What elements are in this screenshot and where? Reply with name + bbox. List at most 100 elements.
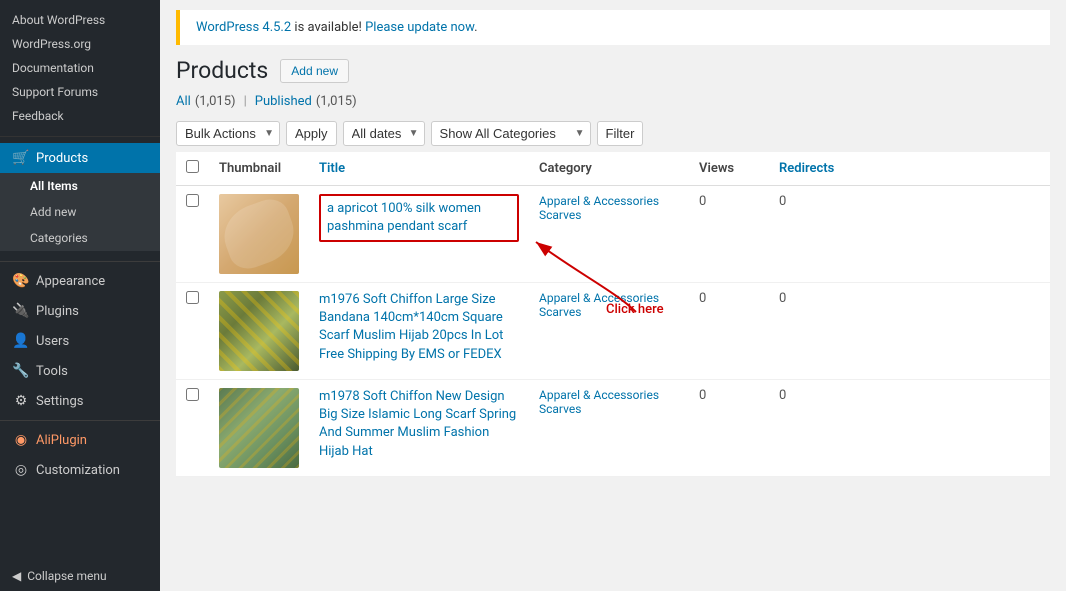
page-title: Products	[176, 57, 268, 84]
th-checkbox	[176, 152, 209, 186]
main-content: WordPress 4.5.2 is available! Please upd…	[160, 0, 1066, 591]
row2-title-cell: m1976 Soft Chiffon Large Size Bandana 14…	[309, 283, 529, 380]
row1-title-cell: a apricot 100% silk women pashmina penda…	[309, 186, 529, 283]
sidebar-item-plugins[interactable]: 🔌 Plugins	[0, 296, 160, 326]
sidebar-item-feedback[interactable]: Feedback	[0, 104, 160, 128]
settings-icon: ⚙	[12, 393, 30, 409]
sidebar-item-products[interactable]: 🛒 Products	[0, 143, 160, 173]
sidebar-item-users[interactable]: 👤 Users	[0, 326, 160, 356]
row3-checkbox-cell	[176, 380, 209, 477]
title-sort-link[interactable]: Title	[319, 161, 345, 176]
aliplugin-icon: ◉	[12, 432, 30, 448]
th-thumbnail: Thumbnail	[209, 152, 309, 186]
filter-bar: All (1,015) | Published (1,015)	[160, 90, 1066, 115]
toolbar: Bulk Actions ▼ Apply All dates ▼ Show Al…	[160, 115, 1066, 152]
row1-category-link2[interactable]: Scarves	[539, 208, 679, 222]
sidebar-sub-add-new[interactable]: Add new	[0, 199, 160, 225]
sidebar-sub-categories[interactable]: Categories	[0, 225, 160, 251]
sidebar-top-links: About WordPress WordPress.org Documentat…	[0, 0, 160, 137]
sidebar-appearance-label: Appearance	[36, 274, 105, 289]
customization-icon: ◎	[12, 462, 30, 478]
row2-category-link2[interactable]: Scarves	[539, 305, 679, 319]
add-new-button[interactable]: Add new	[280, 59, 349, 83]
page-header: Products Add new	[160, 45, 1066, 90]
row2-thumbnail	[219, 291, 299, 371]
row3-title-link[interactable]: m1978 Soft Chiffon New Design Big Size I…	[319, 389, 516, 459]
row3-thumbnail	[219, 388, 299, 468]
row3-category-cell: Apparel & Accessories Scarves	[529, 380, 689, 477]
filter-button[interactable]: Filter	[597, 121, 644, 146]
row1-redirects-cell: 0	[769, 186, 1050, 283]
row3-category-link1[interactable]: Apparel & Accessories	[539, 388, 679, 402]
filter-published-count: (1,015)	[316, 94, 357, 109]
row1-thumbnail-cell	[209, 186, 309, 283]
row2-redirects-cell: 0	[769, 283, 1050, 380]
sidebar-settings-label: Settings	[36, 394, 83, 409]
sidebar-item-support-forums[interactable]: Support Forums	[0, 80, 160, 104]
table-body: a apricot 100% silk women pashmina penda…	[176, 186, 1050, 477]
sidebar-users-label: Users	[36, 334, 69, 349]
products-table: Thumbnail Title Category Views Redirects	[176, 152, 1050, 477]
sidebar-products-submenu: All Items Add new Categories	[0, 173, 160, 251]
bulk-actions-wrap: Bulk Actions ▼	[176, 121, 280, 146]
sidebar-item-about-wordpress[interactable]: About WordPress	[0, 8, 160, 32]
sidebar-item-customization[interactable]: ◎ Customization	[0, 455, 160, 485]
sidebar-plugins-label: Plugins	[36, 304, 79, 319]
show-all-categories-wrap: Show All Categories ▼	[431, 121, 591, 146]
collapse-menu-label: Collapse menu	[27, 569, 106, 583]
filter-all-link[interactable]: All	[176, 94, 191, 109]
all-dates-select[interactable]: All dates	[343, 121, 425, 146]
sidebar-item-tools[interactable]: 🔧 Tools	[0, 356, 160, 386]
filter-separator: |	[244, 94, 247, 109]
sidebar-item-appearance[interactable]: 🎨 Appearance	[0, 266, 160, 296]
select-all-checkbox[interactable]	[186, 160, 199, 173]
filter-all-count: (1,015)	[195, 94, 236, 109]
apply-button[interactable]: Apply	[286, 121, 337, 146]
sidebar-products-section: 🛒 Products All Items Add new Categories	[0, 137, 160, 257]
table-row: a apricot 100% silk women pashmina penda…	[176, 186, 1050, 283]
sidebar-products-label: Products	[36, 151, 88, 166]
sidebar-sub-all-items[interactable]: All Items	[0, 173, 160, 199]
th-redirects: Redirects	[769, 152, 1050, 186]
bulk-actions-select[interactable]: Bulk Actions	[176, 121, 280, 146]
appearance-icon: 🎨	[12, 273, 30, 289]
redirects-sort-link[interactable]: Redirects	[779, 161, 834, 176]
sidebar-tools-label: Tools	[36, 364, 68, 379]
sidebar-item-documentation[interactable]: Documentation	[0, 56, 160, 80]
sidebar-aliplugin-label: AliPlugin	[36, 433, 87, 448]
please-update-link[interactable]: Please update now	[365, 20, 474, 35]
filter-published-link[interactable]: Published	[255, 94, 312, 109]
row2-category-link1[interactable]: Apparel & Accessories	[539, 291, 679, 305]
row3-title-cell: m1978 Soft Chiffon New Design Big Size I…	[309, 380, 529, 477]
sidebar-item-aliplugin[interactable]: ◉ AliPlugin	[0, 425, 160, 455]
table-row: m1976 Soft Chiffon Large Size Bandana 14…	[176, 283, 1050, 380]
row2-category-cell: Apparel & Accessories Scarves	[529, 283, 689, 380]
row1-thumbnail	[219, 194, 299, 274]
row1-title-link[interactable]: a apricot 100% silk women pashmina penda…	[327, 201, 481, 234]
sidebar-item-settings[interactable]: ⚙ Settings	[0, 386, 160, 416]
show-all-categories-select[interactable]: Show All Categories	[431, 121, 591, 146]
sidebar-item-wordpress-org[interactable]: WordPress.org	[0, 32, 160, 56]
sidebar-customization-label: Customization	[36, 463, 120, 478]
row2-title-link[interactable]: m1976 Soft Chiffon Large Size Bandana 14…	[319, 292, 503, 362]
update-notice: WordPress 4.5.2 is available! Please upd…	[176, 10, 1050, 45]
collapse-menu-button[interactable]: ◀ Collapse menu	[0, 561, 160, 591]
row3-category-link2[interactable]: Scarves	[539, 402, 679, 416]
row1-views-cell: 0	[689, 186, 769, 283]
row2-checkbox[interactable]	[186, 291, 199, 304]
table-row: m1978 Soft Chiffon New Design Big Size I…	[176, 380, 1050, 477]
wordpress-version-link[interactable]: WordPress 4.5.2	[196, 20, 291, 35]
row1-category-link1[interactable]: Apparel & Accessories	[539, 194, 679, 208]
table-head: Thumbnail Title Category Views Redirects	[176, 152, 1050, 186]
sidebar: About WordPress WordPress.org Documentat…	[0, 0, 160, 591]
cart-icon: 🛒	[12, 150, 30, 166]
row3-checkbox[interactable]	[186, 388, 199, 401]
row2-thumbnail-cell	[209, 283, 309, 380]
update-notice-text: is available!	[294, 20, 365, 35]
users-icon: 👤	[12, 333, 30, 349]
th-category: Category	[529, 152, 689, 186]
collapse-arrow-icon: ◀	[12, 569, 21, 583]
th-title: Title	[309, 152, 529, 186]
row3-thumbnail-cell	[209, 380, 309, 477]
row1-checkbox[interactable]	[186, 194, 199, 207]
